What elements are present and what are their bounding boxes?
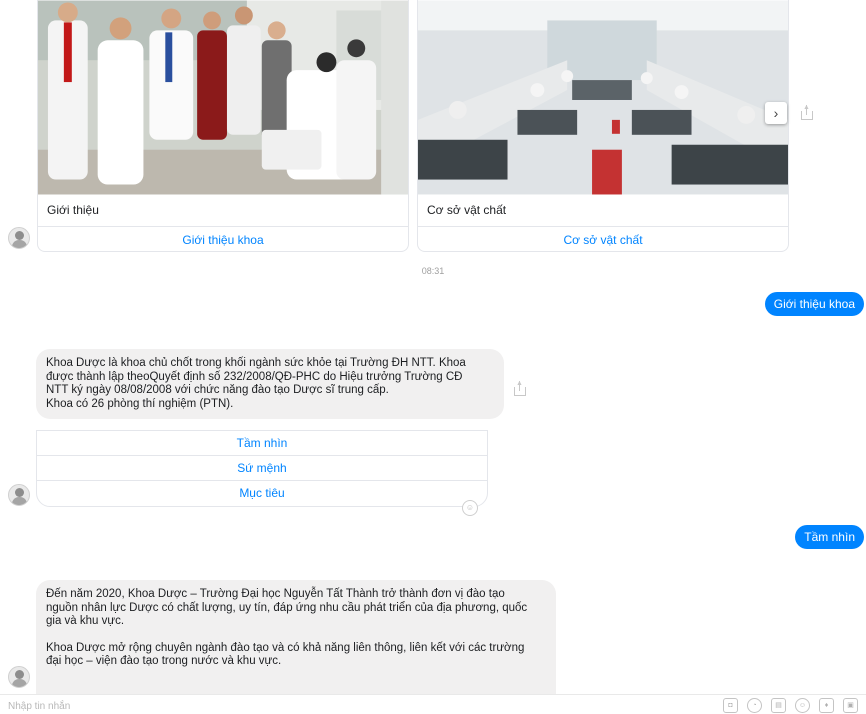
share-icon[interactable]: ▲ [513,380,527,397]
bot-message-text: Khoa Dược là khoa chủ chốt trong khối ng… [46,357,466,410]
bot-avatar [8,227,30,249]
carousel-card-co-so-vat-chat: Cơ sở vật chất Cơ sở vật chất [417,0,789,252]
image-icon[interactable]: ▣ [843,698,858,713]
message-input[interactable]: Nhập tin nhắn [8,701,70,712]
gioi-thieu-khoa-button[interactable]: Giới thiệu khoa [38,226,408,251]
add-reaction-icon[interactable]: ☺ [462,500,478,516]
sticker-icon[interactable]: ◔ [747,698,762,713]
bot-message-text: Đến năm 2020, Khoa Dược – Trường Đại học… [46,588,528,627]
gif-icon[interactable]: ▤ [771,698,786,713]
message-composer: Nhập tin nhắn ◘ ◔ ▤ ☺ ♦ ▣ [0,694,866,714]
bot-message-bubble: Khoa Dược là khoa chủ chốt trong khối ng… [36,349,504,419]
user-message-bubble: Tầm nhìn [795,525,864,549]
carousel-card-gioi-thieu: Giới thiệu Giới thiệu khoa [37,0,409,252]
bot-avatar [8,484,30,506]
composer-toolbar: ◘ ◔ ▤ ☺ ♦ ▣ [723,698,858,713]
user-message-bubble: Giới thiệu khoa [764,292,864,316]
quick-replies: Tầm nhìn Sứ mệnh Mục tiêu [36,430,488,507]
card-photo-ceremony [38,0,408,195]
message-timestamp: 08:31 [421,266,445,276]
share-icon[interactable]: ▲ [800,104,814,121]
like-icon[interactable]: ♦ [819,698,834,713]
bot-message-bubble: Đến năm 2020, Khoa Dược – Trường Đại học… [36,580,556,694]
card-title: Giới thiệu [47,203,99,217]
bot-message-text: Khoa Dược mở rộng chuyên ngành đào tạo v… [46,641,525,668]
emoji-icon[interactable]: ☺ [795,698,810,713]
card-photo-laboratory [418,0,788,195]
card-title: Cơ sở vật chất [427,203,507,217]
quick-reply-su-menh[interactable]: Sứ mệnh [37,456,487,481]
camera-icon[interactable]: ◘ [723,698,738,713]
quick-reply-tam-nhin[interactable]: Tầm nhìn [37,431,487,456]
co-so-vat-chat-button[interactable]: Cơ sở vật chất [418,226,788,251]
quick-reply-muc-tieu[interactable]: Mục tiêu [37,481,487,506]
chevron-right-icon[interactable]: › [765,102,787,124]
bot-avatar [8,666,30,688]
